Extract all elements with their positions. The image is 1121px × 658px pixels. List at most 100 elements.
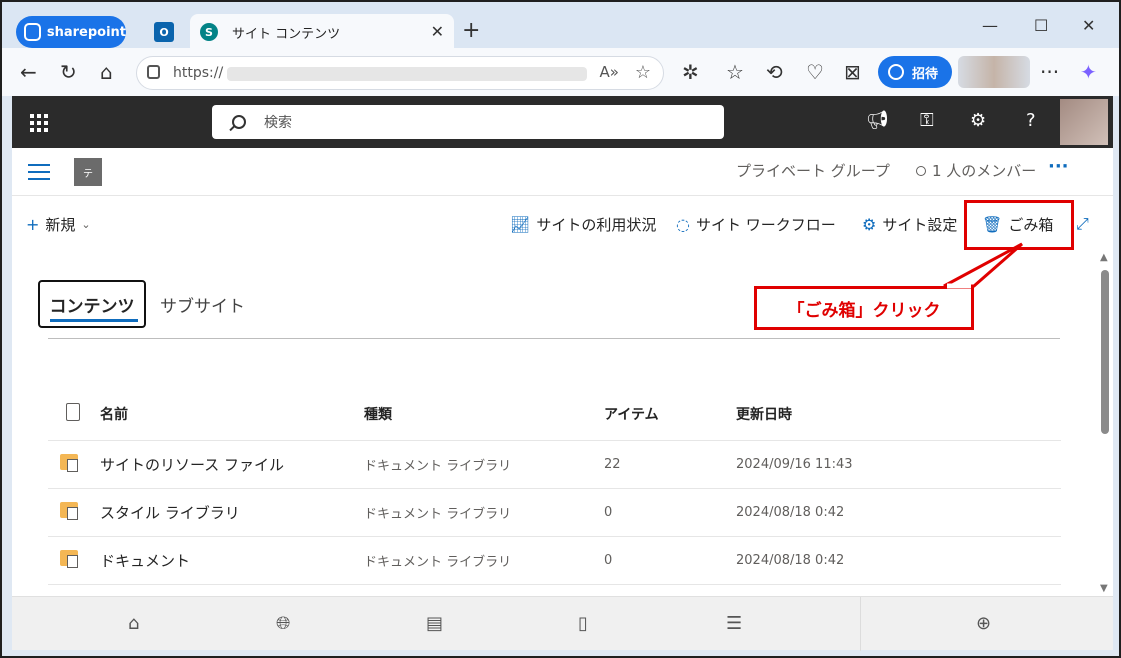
minimize-icon[interactable]: — xyxy=(982,16,998,35)
column-header-type[interactable]: 種類 xyxy=(364,388,604,441)
extensions-icon[interactable]: ✲ xyxy=(682,60,699,84)
user-avatar[interactable] xyxy=(1060,99,1108,145)
group-type-label: プライベート グループ xyxy=(736,162,890,180)
news-icon[interactable]: ▤ xyxy=(426,613,443,634)
tab-site-contents[interactable]: S サイト コンテンツ ✕ xyxy=(190,14,454,50)
row-name[interactable]: サイトのリソース ファイル xyxy=(100,440,364,489)
new-button[interactable]: + 新規 ⌄ xyxy=(26,214,91,235)
list-icon[interactable]: ☰ xyxy=(726,613,742,634)
hamburger-menu-icon[interactable] xyxy=(28,164,50,185)
column-header-items[interactable]: アイテム xyxy=(604,388,736,441)
connect-icon[interactable]: ⚿ xyxy=(920,110,934,131)
copilot-icon[interactable]: ✦ xyxy=(1080,60,1097,84)
read-aloud-icon[interactable]: A» xyxy=(600,63,619,81)
suite-bar: 検索 📢︎ ⚿ ⚙ ? xyxy=(12,96,1113,148)
annotation-callout: 「ごみ箱」クリック xyxy=(754,286,974,330)
close-tab-icon[interactable]: ✕ xyxy=(431,22,444,41)
new-tab-button[interactable]: + xyxy=(462,18,480,43)
home-browser-icon[interactable]: ⌂ xyxy=(100,60,113,84)
globe-icon[interactable]: 🌐︎ xyxy=(276,613,290,634)
settings-gear-icon: ⚙ xyxy=(862,215,877,234)
file-icon xyxy=(66,402,80,421)
library-icon-cell xyxy=(48,536,100,585)
site-workflow-button[interactable]: ◌ サイト ワークフロー xyxy=(676,214,836,235)
screenshot-icon[interactable]: ⊠ xyxy=(844,60,861,84)
recycle-bin-highlight-box xyxy=(964,200,1074,250)
row-type: ドキュメント ライブラリ xyxy=(364,440,604,489)
row-items: 22 xyxy=(604,440,736,489)
column-header-name[interactable]: 名前 xyxy=(100,388,364,441)
row-modified: 2024/08/18 0:42 xyxy=(736,536,1061,585)
row-modified: 2024/08/18 0:42 xyxy=(736,488,1061,537)
site-settings-button[interactable]: ⚙ サイト設定 xyxy=(862,214,957,235)
table-row[interactable]: サイトのリソース ファイル ドキュメント ライブラリ 22 2024/09/16… xyxy=(48,440,1061,489)
row-name[interactable]: ドキュメント xyxy=(100,536,364,585)
site-usage-label: サイトの利用状況 xyxy=(536,216,657,234)
file-icon[interactable]: ▯ xyxy=(578,613,588,634)
person-icon xyxy=(916,166,926,176)
search-input[interactable]: 検索 xyxy=(212,105,724,139)
lock-icon xyxy=(147,65,160,79)
outlook-icon: O xyxy=(159,25,169,39)
table-row[interactable]: スタイル ライブラリ ドキュメント ライブラリ 0 2024/08/18 0:4… xyxy=(48,488,1061,537)
sharepoint-icon: S xyxy=(200,23,218,41)
invite-icon xyxy=(888,64,904,80)
scroll-up-icon[interactable]: ▲ xyxy=(1100,252,1108,263)
waffle-icon[interactable] xyxy=(30,114,48,132)
favorite-star-icon[interactable]: ☆ xyxy=(635,62,651,83)
gear-icon[interactable]: ⚙ xyxy=(970,110,986,131)
history-icon[interactable]: ⟲ xyxy=(766,60,783,84)
chart-icon: 📈︎ xyxy=(510,215,531,234)
invite-button[interactable]: 招待 xyxy=(878,56,952,88)
members-button[interactable]: 1 人のメンバー xyxy=(916,160,1036,181)
close-window-icon[interactable]: ✕ xyxy=(1082,16,1095,35)
plus-icon: + xyxy=(26,215,40,234)
pivot-divider xyxy=(48,338,1060,339)
refresh-icon[interactable]: ↻ xyxy=(60,60,77,84)
file-type-header[interactable] xyxy=(48,388,100,441)
workflow-icon: ◌ xyxy=(676,215,690,234)
search-placeholder: 検索 xyxy=(264,115,292,131)
column-header-modified[interactable]: 更新日時 xyxy=(736,388,1061,441)
health-icon[interactable]: ♡ xyxy=(806,60,824,84)
row-items: 0 xyxy=(604,488,736,537)
workspace-icon xyxy=(24,23,41,41)
site-more-icon[interactable]: ··· xyxy=(1048,156,1069,177)
row-items: 0 xyxy=(604,536,736,585)
tab-title: サイト コンテンツ xyxy=(232,26,341,42)
scroll-down-icon[interactable]: ▼ xyxy=(1100,583,1108,594)
table-row[interactable]: ドキュメント ドキュメント ライブラリ 0 2024/08/18 0:42 xyxy=(48,536,1061,585)
site-logo[interactable]: テ xyxy=(74,158,102,186)
command-bar: + 新規 ⌄ 📈︎ サイトの利用状況 ◌ サイト ワークフロー ⚙ サイト設定 … xyxy=(12,200,1113,244)
site-contents-page: テ プライベート グループ 1 人のメンバー ··· + 新規 ⌄ 📈︎ サイト… xyxy=(12,148,1113,596)
row-type: ドキュメント ライブラリ xyxy=(364,488,604,537)
page-scrollbar[interactable]: ▲ ▼ xyxy=(1098,250,1112,594)
maximize-icon[interactable]: ☐ xyxy=(1034,16,1048,35)
browser-window: sharepoint O S サイト コンテンツ ✕ + — ☐ ✕ ← ↻ ⌂… xyxy=(0,0,1121,658)
tab-subsites[interactable]: サブサイト xyxy=(160,292,245,317)
favorites-icon[interactable]: ☆ xyxy=(726,60,744,84)
library-table: 名前 種類 アイテム 更新日時 サイトのリソース ファイル ドキュメント ライブ… xyxy=(48,388,1061,585)
back-icon[interactable]: ← xyxy=(20,60,37,84)
address-bar[interactable]: https:// A» ☆ xyxy=(136,56,664,90)
library-icon-cell xyxy=(48,488,100,537)
scrollbar-thumb[interactable] xyxy=(1101,270,1109,434)
help-icon[interactable]: ? xyxy=(1026,110,1036,131)
tab-contents-label: コンテンツ xyxy=(49,296,135,317)
chevron-down-icon: ⌄ xyxy=(81,218,91,231)
outlook-tab[interactable]: O xyxy=(154,22,174,42)
profile-button[interactable]: sharepoint xyxy=(16,16,126,48)
row-name[interactable]: スタイル ライブラリ xyxy=(100,488,364,537)
redacted-url xyxy=(227,67,587,81)
browser-menu-icon[interactable]: ··· xyxy=(1040,60,1059,84)
site-usage-button[interactable]: 📈︎ サイトの利用状況 xyxy=(510,214,656,235)
document-library-icon xyxy=(60,454,78,472)
home-icon[interactable]: ⌂ xyxy=(128,613,139,634)
expand-icon[interactable]: ⤢ xyxy=(1076,214,1095,234)
add-icon[interactable]: ⊕ xyxy=(976,613,991,634)
tab-strip: sharepoint O S サイト コンテンツ ✕ + — ☐ ✕ xyxy=(2,2,1119,50)
tab-contents[interactable]: コンテンツ xyxy=(38,280,146,328)
members-label: 1 人のメンバー xyxy=(932,162,1037,180)
site-workflow-label: サイト ワークフロー xyxy=(695,216,836,234)
megaphone-icon[interactable]: 📢︎ xyxy=(866,110,889,131)
